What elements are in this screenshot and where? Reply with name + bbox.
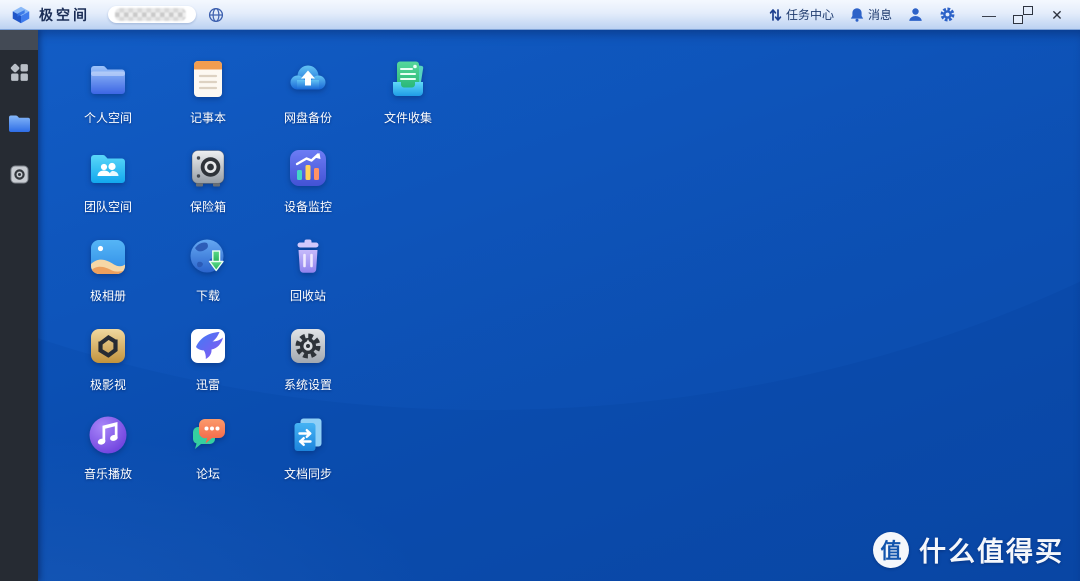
app-tile-system-settings[interactable]: 系统设置 — [258, 323, 358, 412]
app-tile-download-globe[interactable]: 下载 — [158, 234, 258, 323]
app-label: 文档同步 — [284, 465, 332, 482]
settings-button[interactable] — [939, 6, 956, 23]
forum-icon — [185, 412, 231, 458]
app-label: 网盘备份 — [284, 109, 332, 126]
app-tile-notepad[interactable]: 记事本 — [158, 56, 258, 145]
app-label: 下载 — [196, 287, 220, 304]
app-tile-music-player[interactable]: 音乐播放 — [58, 412, 158, 501]
app-label: 论坛 — [196, 465, 220, 482]
user-icon — [908, 7, 923, 22]
recycle-bin-icon — [285, 234, 331, 280]
sidebar — [0, 30, 38, 581]
app-label: 系统设置 — [284, 376, 332, 393]
notepad-icon — [185, 56, 231, 102]
app-label: 音乐播放 — [84, 465, 132, 482]
app-label: 文件收集 — [384, 109, 432, 126]
app-label: 记事本 — [190, 109, 226, 126]
titlebar: 极空间 任务中心 消息 — [0, 0, 1080, 30]
task-center-label: 任务中心 — [786, 6, 834, 23]
brand-name: 极空间 — [39, 5, 90, 25]
app-row: 极影视 迅雷 系统设置 — [58, 323, 458, 412]
app-tile-team-folder[interactable]: 团队空间 — [58, 145, 158, 234]
system-settings-icon — [285, 323, 331, 369]
music-player-icon — [85, 412, 131, 458]
zspace-desktop: 极空间 任务中心 消息 — [0, 0, 1080, 581]
app-tile-doc-sync[interactable]: 文档同步 — [258, 412, 358, 501]
app-label: 保险箱 — [190, 198, 226, 215]
app-tile-photo-album[interactable]: 极相册 — [58, 234, 158, 323]
messages-label: 消息 — [868, 6, 892, 23]
cloud-backup-icon — [285, 56, 331, 102]
app-label: 极影视 — [90, 376, 126, 393]
app-label: 个人空间 — [84, 109, 132, 126]
sidebar-item-files[interactable] — [4, 113, 34, 139]
download-globe-icon — [185, 234, 231, 280]
app-tile-cloud-backup[interactable]: 网盘备份 — [258, 56, 358, 145]
globe-icon[interactable] — [208, 7, 224, 23]
mosaic-blur — [115, 8, 186, 21]
app-label: 团队空间 — [84, 198, 132, 215]
app-tile-xunlei-bird[interactable]: 迅雷 — [158, 323, 258, 412]
sidebar-item-apps[interactable] — [4, 62, 34, 88]
app-row: 个人空间 记事本 网盘备份 文件收集 — [58, 56, 458, 145]
bell-icon — [850, 7, 864, 22]
team-folder-icon — [85, 145, 131, 191]
messages-button[interactable]: 消息 — [850, 6, 892, 23]
sidebar-top-band — [0, 30, 38, 50]
app-tile-personal-folder[interactable]: 个人空间 — [58, 56, 158, 145]
watermark: 值 什么值得买 — [873, 530, 1064, 569]
app-row: 音乐播放 论坛 文档同步 — [58, 412, 458, 501]
app-grid: 个人空间 记事本 网盘备份 文件收集团队空间 保险箱 设备监控极相册 下载 回收站极影视 迅雷 系… — [58, 56, 458, 501]
task-center-button[interactable]: 任务中心 — [769, 6, 834, 23]
watermark-text: 什么值得买 — [919, 530, 1064, 569]
app-label: 迅雷 — [196, 376, 220, 393]
app-tile-forum[interactable]: 论坛 — [158, 412, 258, 501]
zspace-logo-icon — [10, 4, 32, 26]
user-button[interactable] — [908, 7, 923, 22]
desktop: 个人空间 记事本 网盘备份 文件收集团队空间 保险箱 设备监控极相册 下载 回收站极影视 迅雷 系… — [38, 30, 1080, 581]
doc-sync-icon — [285, 412, 331, 458]
safe-box-icon — [185, 145, 231, 191]
sidebar-folder-icon — [8, 114, 31, 138]
gear-icon — [939, 6, 956, 23]
close-button[interactable]: ✕ — [1050, 8, 1064, 22]
personal-folder-icon — [85, 56, 131, 102]
app-tile-movies[interactable]: 极影视 — [58, 323, 158, 412]
app-row: 团队空间 保险箱 设备监控 — [58, 145, 458, 234]
app-label: 回收站 — [290, 287, 326, 304]
app-row: 极相册 下载 回收站 — [58, 234, 458, 323]
apps-grid-icon — [9, 62, 30, 88]
app-tile-device-monitor[interactable]: 设备监控 — [258, 145, 358, 234]
app-tile-safe-box[interactable]: 保险箱 — [158, 145, 258, 234]
movies-icon — [85, 323, 131, 369]
file-collect-icon — [385, 56, 431, 102]
photo-album-icon — [85, 234, 131, 280]
app-label: 极相册 — [90, 287, 126, 304]
app-label: 设备监控 — [284, 198, 332, 215]
app-tile-recycle-bin[interactable]: 回收站 — [258, 234, 358, 323]
smzdm-badge-icon: 值 — [873, 532, 909, 568]
sidebar-item-safe[interactable] — [4, 164, 34, 190]
app-tile-file-collect[interactable]: 文件收集 — [358, 56, 458, 145]
device-monitor-icon — [285, 145, 331, 191]
xunlei-bird-icon — [185, 323, 231, 369]
minimize-button[interactable]: — — [982, 8, 996, 22]
device-name-masked[interactable] — [108, 6, 196, 23]
safe-mini-icon — [10, 165, 29, 189]
sort-arrows-icon — [769, 8, 782, 22]
